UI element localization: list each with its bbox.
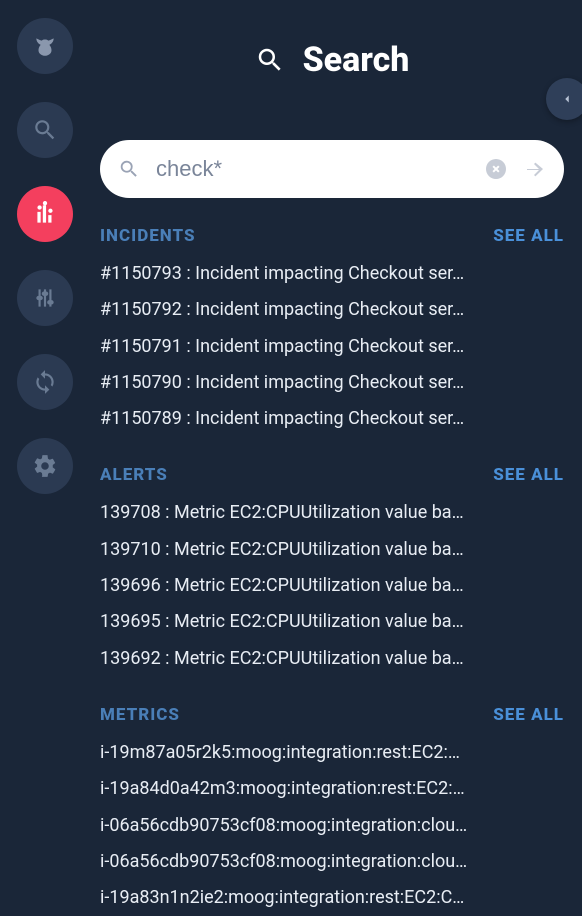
nav-search[interactable]: [17, 102, 73, 158]
nav-dashboard[interactable]: [17, 186, 73, 242]
bull-icon: [32, 33, 58, 59]
submit-arrow-icon[interactable]: [522, 157, 546, 181]
see-all-incidents[interactable]: SEE ALL: [493, 226, 564, 246]
section-alerts: ALERTS SEE ALL 139708 : Metric EC2:CPUUt…: [100, 465, 564, 676]
list-item[interactable]: #1150791 : Incident impacting Checkout s…: [100, 329, 564, 365]
list-item[interactable]: i-19m87a05r2k5:moog:integration:rest:EC2…: [100, 735, 564, 771]
list-item[interactable]: i-19a83n1n2ie2:moog:integration:rest:EC2…: [100, 880, 564, 916]
list-item[interactable]: i-06a56cdb90753cf08:moog:integration:clo…: [100, 844, 564, 880]
list-item[interactable]: i-19a84d0a42m3:moog:integration:rest:EC2…: [100, 771, 564, 807]
section-title-metrics: METRICS: [100, 705, 180, 725]
nav-sync[interactable]: [17, 354, 73, 410]
sliders-icon: [32, 285, 58, 311]
nav-logo[interactable]: [17, 18, 73, 74]
panel-title: Search: [303, 40, 410, 80]
nav-settings[interactable]: [17, 438, 73, 494]
list-item[interactable]: i-06a56cdb90753cf08:moog:integration:clo…: [100, 808, 564, 844]
list-item[interactable]: 139708 : Metric EC2:CPUUtilization value…: [100, 495, 564, 531]
chart-nodes-icon: [32, 201, 58, 227]
search-input[interactable]: [154, 155, 470, 183]
list-item[interactable]: #1150793 : Incident impacting Checkout s…: [100, 256, 564, 292]
list-item[interactable]: #1150789 : Incident impacting Checkout s…: [100, 401, 564, 437]
see-all-alerts[interactable]: SEE ALL: [493, 465, 564, 485]
search-panel: Search INCIDENTS SEE ALL #1150793 : Inci…: [100, 10, 564, 874]
search-icon: [255, 45, 285, 75]
section-title-incidents: INCIDENTS: [100, 226, 196, 246]
list-item[interactable]: 139696 : Metric EC2:CPUUtilization value…: [100, 568, 564, 604]
see-all-metrics[interactable]: SEE ALL: [493, 705, 564, 725]
search-icon: [118, 158, 140, 180]
list-item[interactable]: 139695 : Metric EC2:CPUUtilization value…: [100, 604, 564, 640]
list-item[interactable]: #1150792 : Incident impacting Checkout s…: [100, 292, 564, 328]
nav-tuning[interactable]: [17, 270, 73, 326]
sync-icon: [32, 369, 58, 395]
sidebar-nav: [10, 18, 80, 494]
list-item[interactable]: 139710 : Metric EC2:CPUUtilization value…: [100, 532, 564, 568]
section-metrics: METRICS SEE ALL i-19m87a05r2k5:moog:inte…: [100, 705, 564, 916]
panel-header: Search: [100, 40, 564, 80]
list-item[interactable]: 139692 : Metric EC2:CPUUtilization value…: [100, 641, 564, 677]
gear-icon: [32, 453, 58, 479]
section-title-alerts: ALERTS: [100, 465, 168, 485]
search-field-container: [100, 140, 564, 198]
search-icon: [32, 117, 58, 143]
section-incidents: INCIDENTS SEE ALL #1150793 : Incident im…: [100, 226, 564, 437]
list-item[interactable]: #1150790 : Incident impacting Checkout s…: [100, 365, 564, 401]
clear-icon[interactable]: [484, 157, 508, 181]
